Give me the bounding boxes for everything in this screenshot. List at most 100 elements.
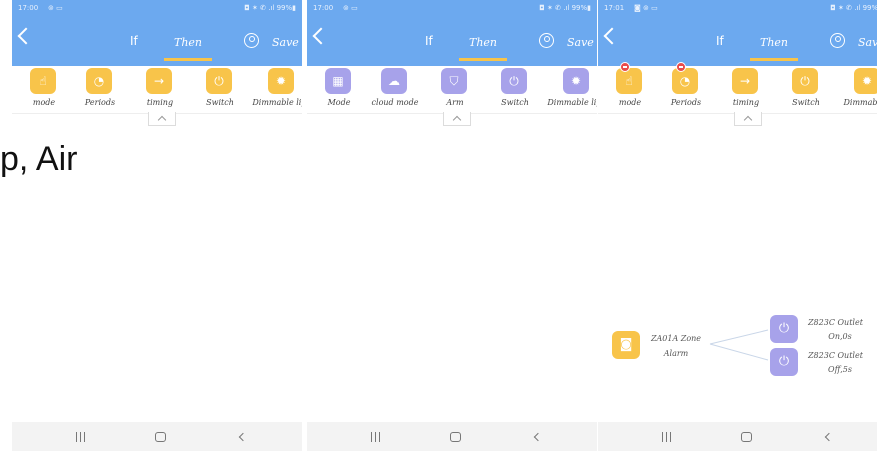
- recent-apps-icon[interactable]: [371, 432, 381, 442]
- system-nav-bar: [12, 422, 302, 451]
- overlay-caption: p, Air: [0, 140, 78, 178]
- power-icon: ⏻: [792, 68, 818, 94]
- alarm-icon: ◙: [619, 337, 633, 352]
- tool-cloud-mode[interactable]: ☁ cloud mode: [365, 66, 425, 112]
- hand-icon: ☝: [30, 68, 56, 94]
- power-icon: ⏻: [206, 68, 232, 94]
- assistant-icon[interactable]: [830, 33, 845, 48]
- action-node-2[interactable]: ⏻: [770, 348, 798, 376]
- save-button[interactable]: Save: [567, 36, 594, 49]
- tool-glyph: →: [739, 74, 751, 88]
- power-icon: ⏻: [501, 68, 527, 94]
- save-button[interactable]: Save: [858, 36, 877, 49]
- status-time: 17:00: [18, 4, 39, 12]
- bulb-icon: ✹: [854, 68, 877, 94]
- action-sublabel: Off,5s: [828, 365, 852, 374]
- recent-apps-icon[interactable]: [76, 432, 86, 442]
- bulb-icon: ✹: [563, 68, 589, 94]
- arrow-right-icon: →: [732, 68, 758, 94]
- tool-timing[interactable]: → timing: [716, 66, 776, 112]
- status-indicators: ◘ ✶ ✆ .ıl 99%▮: [244, 4, 296, 12]
- status-time: 17:00: [313, 4, 334, 12]
- active-tab-indicator: [750, 58, 798, 61]
- action-toolbar: ☝mode◔Periods→timing⏻Switch✹Dimmable lig…: [12, 66, 302, 114]
- header-bar: 17:00 ◘ ✶ ✆ .ıl 99%▮ ⊚ ▭ If Then Save: [12, 0, 302, 66]
- tab-then[interactable]: Then: [174, 36, 202, 49]
- trigger-node[interactable]: ◙: [612, 331, 640, 359]
- remove-badge-icon[interactable]: [620, 62, 630, 72]
- system-nav-bar: [307, 422, 597, 451]
- collapse-toggle-button[interactable]: [734, 112, 762, 126]
- status-bar: 17:00 ◘ ✶ ✆ .ıl 99%▮ ⊚ ▭: [18, 3, 296, 15]
- status-notification-icons: ⊚ ▭: [48, 4, 63, 12]
- tool-dimmable-ligh[interactable]: ✹ Dimmable ligh: [252, 66, 302, 112]
- flow-connector-1: [709, 329, 769, 345]
- remove-badge-icon[interactable]: [676, 62, 686, 72]
- tool-glyph: ◔: [93, 74, 105, 88]
- nav-back-icon[interactable]: [238, 432, 248, 442]
- assistant-icon[interactable]: [539, 33, 554, 48]
- status-bar: 17:00 ◘ ✶ ✆ .ıl 99%▮ ⊚ ▭: [313, 3, 591, 15]
- tab-then[interactable]: Then: [469, 36, 497, 49]
- assistant-icon[interactable]: [244, 33, 259, 48]
- back-icon[interactable]: [603, 27, 621, 45]
- power-icon: ⏻: [778, 354, 790, 369]
- home-icon[interactable]: [450, 432, 461, 442]
- system-nav-bar: [598, 422, 877, 451]
- nav-back-icon[interactable]: [533, 432, 543, 442]
- home-icon[interactable]: [741, 432, 752, 442]
- action-sublabel: On,0s: [828, 332, 852, 341]
- tool-glyph: →: [153, 74, 165, 88]
- header-bar: 17:01 ◘ ✶ ✆ .ıl 99%▮ ◙ ⊚ ▭ If Then Save: [598, 0, 877, 66]
- tab-if[interactable]: If: [130, 34, 138, 48]
- tab-then[interactable]: Then: [760, 36, 788, 49]
- action-node-1[interactable]: ⏻: [770, 315, 798, 343]
- tool-periods[interactable]: ◔ Periods: [656, 62, 716, 112]
- action-toolbar: ☝mode◔Periods→timing⏻Switch✹Dimmable li: [598, 62, 877, 114]
- header-bar: 17:00 ◘ ✶ ✆ .ıl 99%▮ ⊚ ▭ If Then Save: [307, 0, 597, 66]
- tool-glyph: ⛉: [449, 74, 459, 88]
- tool-arm[interactable]: ⛉ Arm: [425, 66, 485, 112]
- tool-switch[interactable]: ⏻ Switch: [776, 66, 836, 112]
- cloud-icon: ☁: [381, 68, 407, 94]
- status-notification-icons: ◙ ⊚ ▭: [634, 4, 658, 12]
- clock-icon: ◔: [86, 68, 112, 94]
- status-indicators: ◘ ✶ ✆ .ıl 99%▮: [539, 4, 591, 12]
- trigger-sublabel: Alarm: [663, 349, 689, 358]
- tab-if[interactable]: If: [425, 34, 433, 48]
- active-tab-indicator: [459, 58, 507, 61]
- tool-periods[interactable]: ◔ Periods: [70, 66, 130, 112]
- tool-glyph: ◔: [679, 74, 691, 88]
- shield-icon: ⛉: [441, 68, 467, 94]
- tool-glyph: ✹: [861, 74, 873, 88]
- back-icon[interactable]: [312, 27, 330, 45]
- tool-glyph: ☝: [39, 74, 47, 88]
- tool-dimmable-ligh[interactable]: ✹ Dimmable ligh: [547, 66, 597, 112]
- tool-glyph: ☁: [388, 74, 400, 88]
- tool-timing[interactable]: → timing: [130, 66, 190, 112]
- recent-apps-icon[interactable]: [662, 432, 672, 442]
- tool-switch[interactable]: ⏻ Switch: [485, 66, 545, 112]
- trigger-label: ZA01A Zone: [650, 334, 702, 343]
- hand-icon: ☝: [616, 68, 642, 94]
- collapse-toggle-button[interactable]: [443, 112, 471, 126]
- nav-back-icon[interactable]: [824, 432, 834, 442]
- tool-switch[interactable]: ⏻ Switch: [190, 66, 250, 112]
- tool-glyph: ✹: [275, 74, 287, 88]
- status-time: 17:01: [604, 4, 625, 12]
- collapse-toggle-button[interactable]: [148, 112, 176, 126]
- status-indicators: ◘ ✶ ✆ .ıl 99%▮: [830, 4, 877, 12]
- tool-glyph: ⏻: [214, 74, 224, 88]
- save-button[interactable]: Save: [272, 36, 299, 49]
- back-icon[interactable]: [17, 27, 35, 45]
- status-bar: 17:01 ◘ ✶ ✆ .ıl 99%▮ ◙ ⊚ ▭: [604, 3, 877, 15]
- tab-if[interactable]: If: [716, 34, 724, 48]
- tool-glyph: ✹: [570, 74, 582, 88]
- phone-screen-1: 17:00 ◘ ✶ ✆ .ıl 99%▮ ⊚ ▭ If Then Save ☝ mode ◔ Pe…: [12, 0, 302, 451]
- action-label: Z823C Outlet: [808, 351, 863, 360]
- home-icon[interactable]: [155, 432, 166, 442]
- tool-glyph: ⏻: [800, 74, 810, 88]
- grid-icon: ▦: [325, 68, 351, 94]
- tool-dimmable-li[interactable]: ✹ Dimmable li: [838, 66, 877, 112]
- tool-glyph: ⏻: [509, 74, 519, 88]
